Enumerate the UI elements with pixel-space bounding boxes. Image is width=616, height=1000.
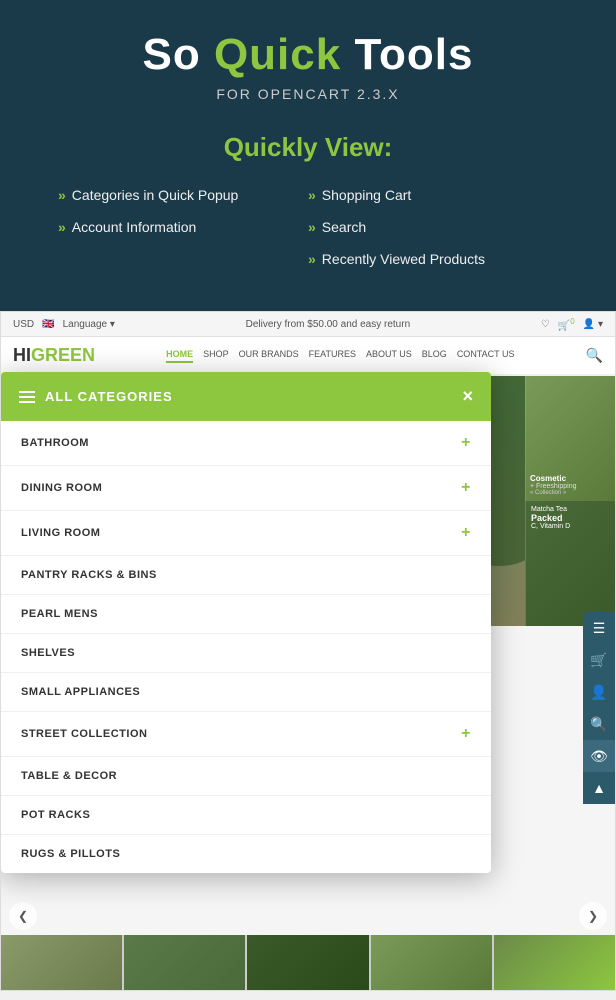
popup-body: BATHROOM + DINING ROOM + LIVING ROOM + P… — [1, 421, 491, 873]
nav-logo: HIGREEN — [13, 345, 95, 366]
popup-overlay: ALL CATEGORIES × BATHROOM + DINING ROOM … — [1, 372, 491, 873]
header-section: So Quick Tools For OpenCart 2.3.x Quickl… — [0, 0, 616, 311]
category-pearl-mens[interactable]: PEARL MENS — [1, 595, 491, 634]
product-thumb-5 — [494, 935, 615, 990]
title-so: So — [142, 30, 213, 79]
title-quick: Quick — [214, 30, 341, 79]
product-thumb-3 — [247, 935, 368, 990]
expand-icon: + — [461, 725, 471, 743]
category-label: TABLE & DECOR — [21, 770, 117, 782]
right-products: Cosmetic + Freeshipping « Collection » M… — [525, 376, 615, 626]
expand-icon: + — [461, 434, 471, 452]
side-eye-icon[interactable]: 👁 — [583, 740, 615, 772]
expand-icon: + — [461, 524, 471, 542]
category-pot-racks[interactable]: POT RACKS — [1, 796, 491, 835]
feature-search: Search — [308, 215, 558, 239]
category-label: RUGS & PILLOTS — [21, 848, 120, 860]
category-street-collection[interactable]: STREET COLLECTION + — [1, 712, 491, 757]
language-selector[interactable]: Language ▾ — [63, 319, 115, 330]
hamburger-icon — [19, 391, 35, 403]
popup-title: ALL CATEGORIES — [45, 389, 173, 404]
popup-close-button[interactable]: × — [462, 386, 473, 407]
feature-recently-viewed: Recently Viewed Products — [308, 247, 558, 271]
category-small-appliances[interactable]: SMALL APPLIANCES — [1, 673, 491, 712]
user-icon[interactable]: 👤 ▾ — [583, 319, 603, 330]
category-label: SMALL APPLIANCES — [21, 686, 140, 698]
store-mockup: USD 🇬🇧 Language ▾ Delivery from $50.00 a… — [0, 311, 616, 991]
side-search-icon[interactable]: 🔍 — [583, 708, 615, 740]
feature-account: Account Information — [58, 215, 308, 239]
top-bar-right: ♡ 🛒0 👤 ▾ — [541, 317, 603, 331]
feature-categories: Categories in Quick Popup — [58, 183, 308, 207]
category-label: DINING ROOM — [21, 482, 102, 494]
side-icons: ☰ 🛒 👤 🔍 👁 ▲ — [583, 612, 615, 804]
features-grid: Categories in Quick Popup Shopping Cart … — [58, 183, 558, 271]
right-product-2: Matcha Tea Packed C, Vitamin D — [525, 501, 615, 626]
category-label: PANTRY RACKS & BINS — [21, 569, 157, 581]
popup-header-left: ALL CATEGORIES — [19, 389, 173, 404]
currency-selector[interactable]: USD — [13, 319, 34, 330]
feature-shopping-cart: Shopping Cart — [308, 183, 558, 207]
product-thumb-4 — [371, 935, 492, 990]
logo-green: GREEN — [31, 345, 95, 365]
top-bar: USD 🇬🇧 Language ▾ Delivery from $50.00 a… — [1, 312, 615, 337]
category-label: POT RACKS — [21, 809, 90, 821]
category-pantry-racks[interactable]: PANTRY RACKS & BINS — [1, 556, 491, 595]
nav-link-home[interactable]: HOME — [166, 349, 193, 363]
category-label: BATHROOM — [21, 437, 89, 449]
delivery-info: Delivery from $50.00 and easy return — [246, 319, 411, 330]
product-thumb-1 — [1, 935, 122, 990]
side-menu-icon[interactable]: ☰ — [583, 612, 615, 644]
quickly-view-title: Quickly View: — [20, 132, 596, 163]
right-product-1: Cosmetic + Freeshipping « Collection » — [525, 376, 615, 501]
next-arrow[interactable]: ❯ — [579, 902, 607, 930]
popup-header: ALL CATEGORIES × — [1, 372, 491, 421]
nav-bar: HIGREEN HOME SHOP OUR BRANDS FEATURES AB… — [1, 337, 615, 376]
nav-link-about[interactable]: ABOUT US — [366, 349, 412, 363]
category-label: LIVING ROOM — [21, 527, 100, 539]
category-label: SHELVES — [21, 647, 75, 659]
category-label: STREET COLLECTION — [21, 728, 147, 740]
header-title: So Quick Tools — [20, 30, 596, 80]
category-shelves[interactable]: SHELVES — [1, 634, 491, 673]
search-button[interactable]: 🔍 — [586, 347, 603, 364]
category-table-decor[interactable]: TABLE & DECOR — [1, 757, 491, 796]
product-strip — [1, 935, 615, 990]
prev-arrow[interactable]: ❮ — [9, 902, 37, 930]
title-tools: Tools — [341, 30, 473, 79]
category-rugs-pillots[interactable]: RUGS & PILLOTS — [1, 835, 491, 873]
header-subtitle: For OpenCart 2.3.x — [20, 86, 596, 102]
nav-link-contact[interactable]: CONTACT US — [457, 349, 515, 363]
category-bathroom[interactable]: BATHROOM + — [1, 421, 491, 466]
product-thumb-2 — [124, 935, 245, 990]
nav-link-brands[interactable]: OUR BRANDS — [239, 349, 299, 363]
side-top-icon[interactable]: ▲ — [583, 772, 615, 804]
flag-icon: 🇬🇧 — [42, 319, 54, 330]
nav-link-features[interactable]: FEATURES — [309, 349, 356, 363]
nav-link-blog[interactable]: BLOG — [422, 349, 447, 363]
category-dining-room[interactable]: DINING ROOM + — [1, 466, 491, 511]
wishlist-icon[interactable]: ♡ — [541, 319, 550, 330]
top-bar-left: USD 🇬🇧 Language ▾ — [13, 319, 115, 330]
category-label: PEARL MENS — [21, 608, 98, 620]
nav-link-shop[interactable]: SHOP — [203, 349, 229, 363]
cart-icon[interactable]: 🛒0 — [558, 317, 575, 331]
expand-icon: + — [461, 479, 471, 497]
side-user-icon[interactable]: 👤 — [583, 676, 615, 708]
side-cart-icon[interactable]: 🛒 — [583, 644, 615, 676]
product-text-cosmetic: Cosmetic + Freeshipping « Collection » — [530, 474, 611, 496]
nav-links: HOME SHOP OUR BRANDS FEATURES ABOUT US B… — [166, 349, 514, 363]
category-living-room[interactable]: LIVING ROOM + — [1, 511, 491, 556]
